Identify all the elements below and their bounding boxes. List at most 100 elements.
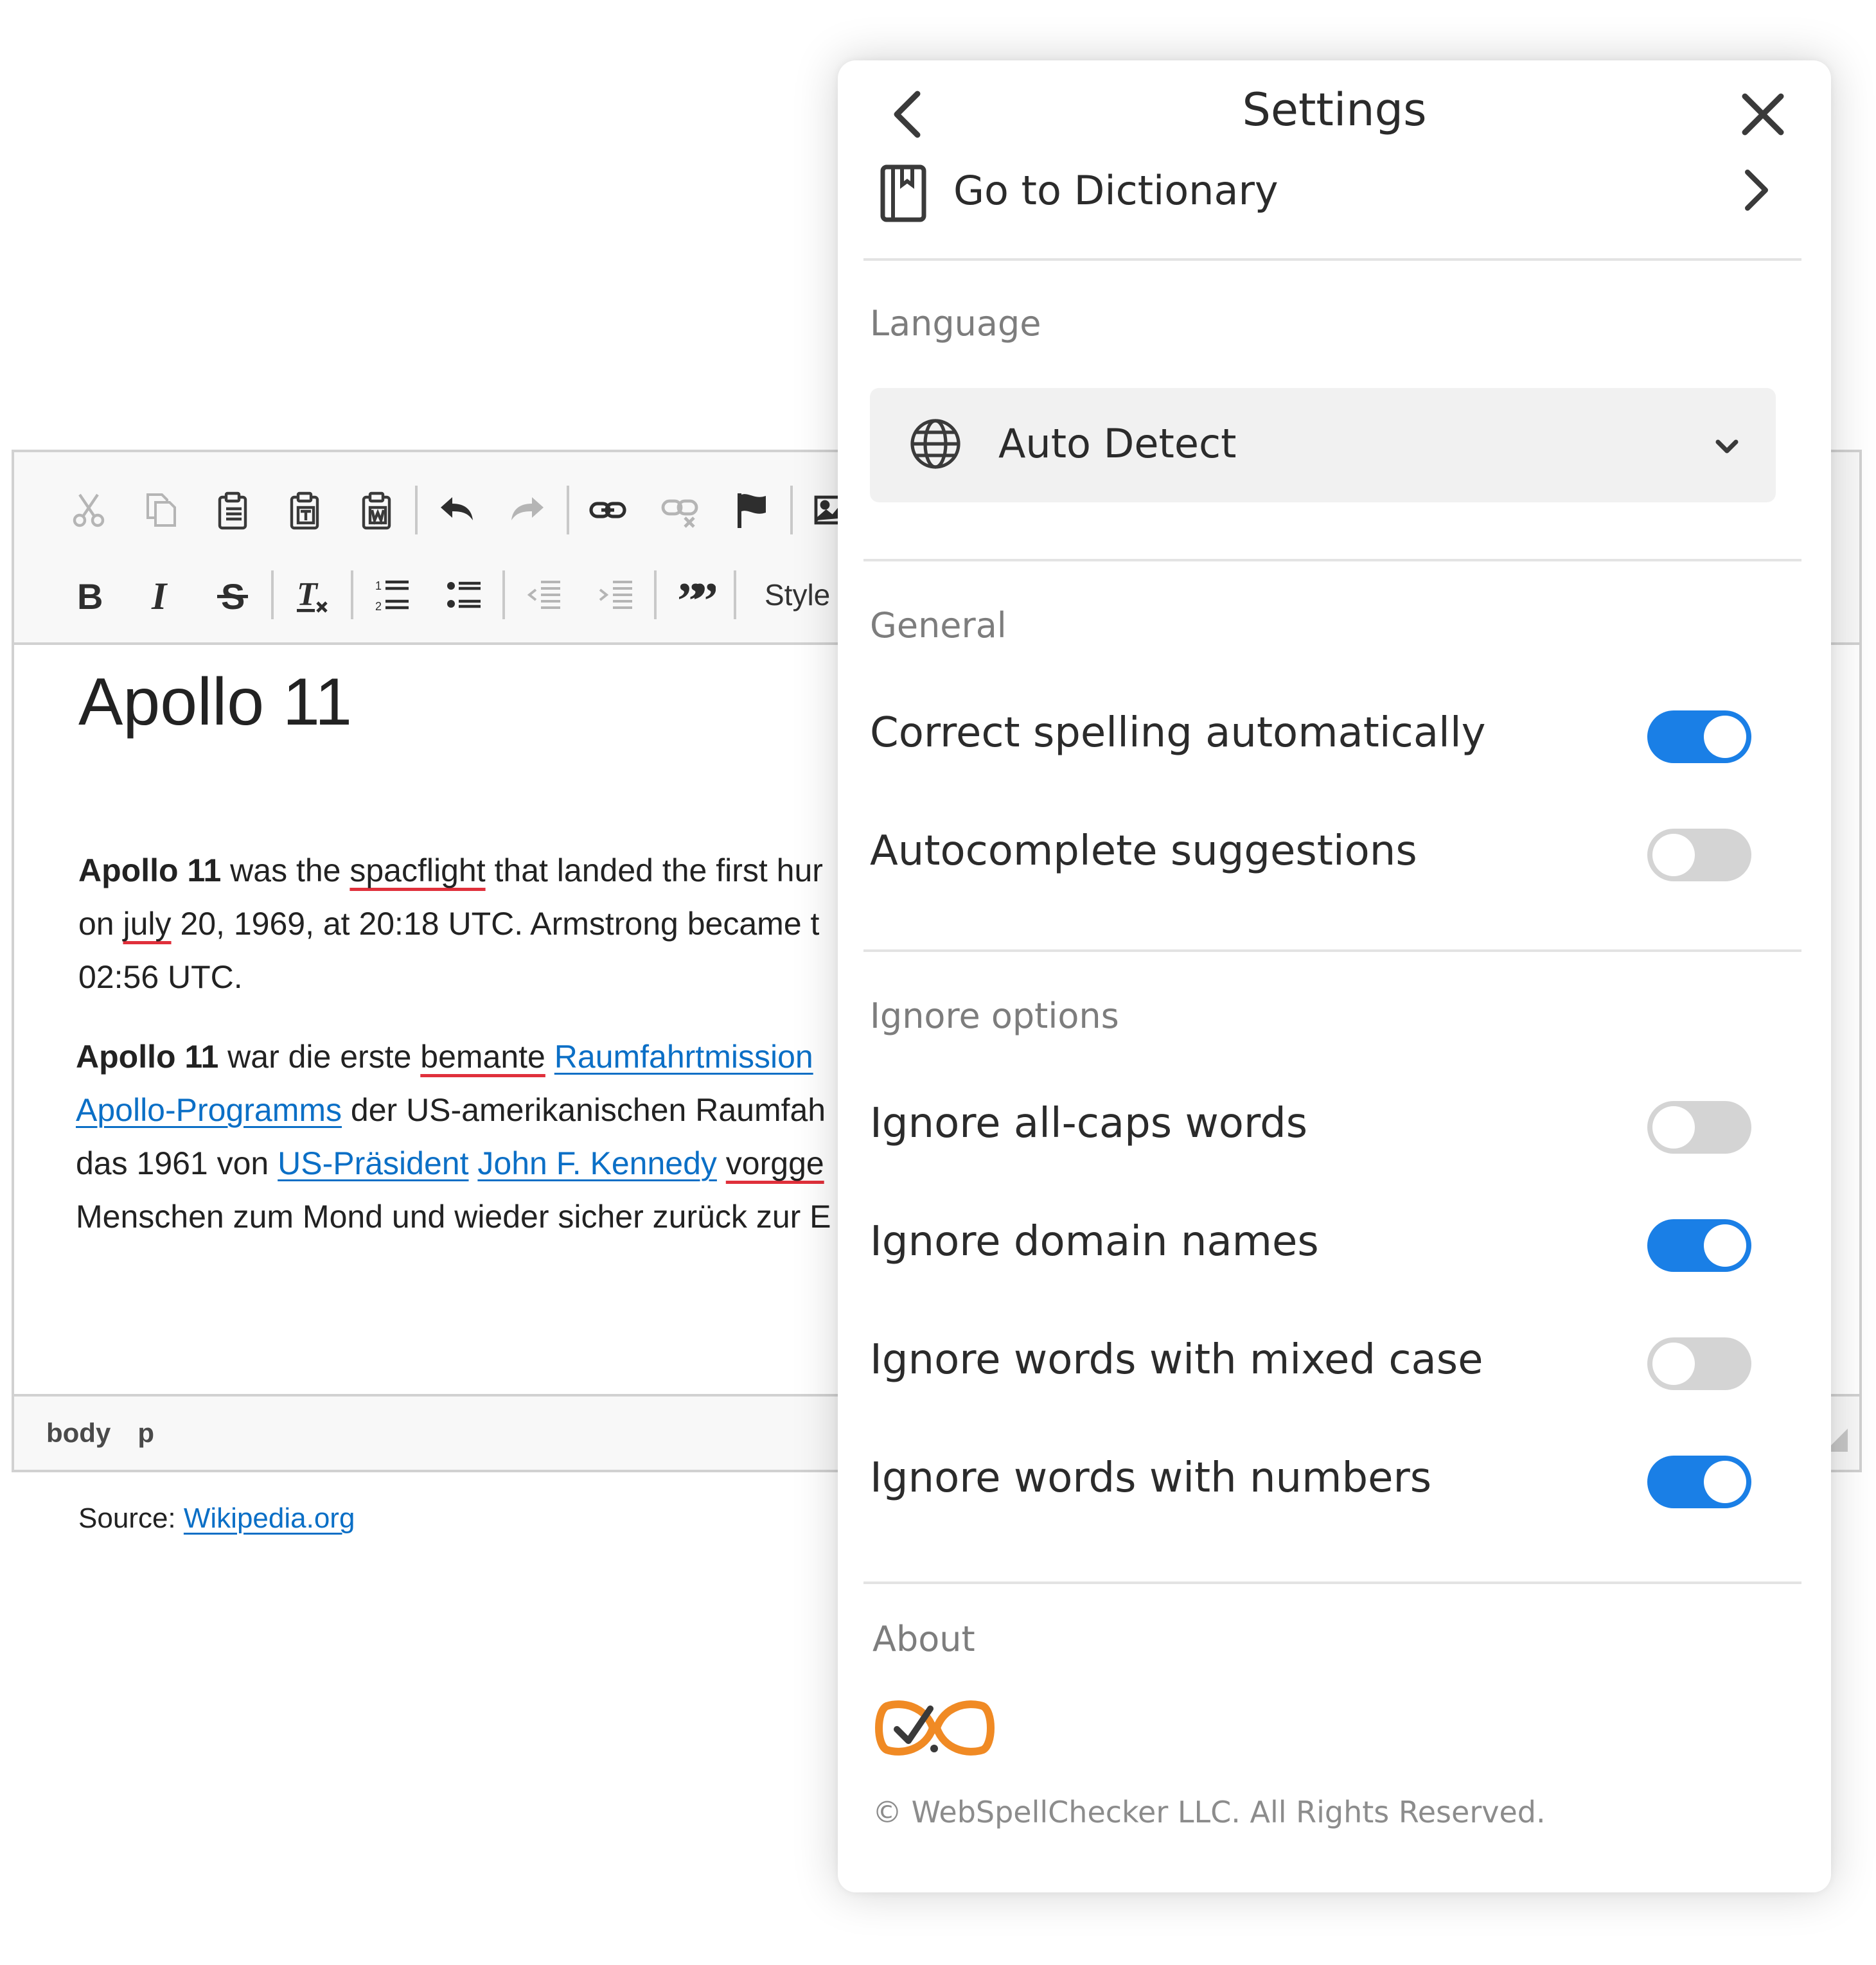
numbered-list-button[interactable]: 12: [356, 563, 428, 627]
language-selected-value: Auto Detect: [998, 420, 1237, 467]
toggle-knob: [1704, 1461, 1746, 1503]
blockquote-button[interactable]: ””: [659, 563, 731, 627]
settings-panel: Settings Go to Dictionary Language Auto …: [838, 60, 1831, 1892]
undo-button[interactable]: [420, 478, 492, 542]
bold-text: Apollo 11: [76, 1039, 219, 1075]
link-us-praesident[interactable]: US-Präsident: [278, 1145, 468, 1181]
toolbar-separator: [415, 486, 418, 534]
go-to-dictionary-label: Go to Dictionary: [953, 167, 1279, 214]
toolbar-separator: [502, 570, 505, 619]
dictionary-book-icon: [880, 164, 926, 222]
toolbar-separator: [567, 486, 569, 534]
bulleted-list-icon: [447, 581, 481, 608]
ignore-options-section-label: Ignore options: [870, 996, 1119, 1036]
text-run: on: [78, 906, 123, 942]
outdent-button[interactable]: [508, 563, 580, 627]
unlink-button[interactable]: [644, 478, 716, 542]
general-section-label: General: [870, 605, 1007, 646]
paste-word-button[interactable]: [341, 478, 412, 542]
section-divider: [863, 949, 1801, 952]
bold-button[interactable]: B: [53, 563, 125, 627]
toggle-ignore-numbers[interactable]: [1647, 1456, 1751, 1508]
copyright-text: © WebSpellChecker LLC. All Rights Reserv…: [872, 1795, 1546, 1829]
toolbar-row-2: B I S T 12 ” ” Style: [53, 563, 830, 627]
toggle-ignore-domain-names[interactable]: [1647, 1219, 1751, 1272]
link-button[interactable]: [572, 478, 644, 542]
undo-icon: [441, 497, 473, 520]
path-item-body[interactable]: body: [46, 1418, 111, 1449]
toolbar-separator: [790, 486, 793, 534]
section-divider: [863, 559, 1801, 561]
source-line: Source: Wikipedia.org: [78, 1502, 355, 1535]
option-label-ignore-mixed-case: Ignore words with mixed case: [870, 1336, 1483, 1384]
source-label: Source:: [78, 1502, 184, 1534]
text-run: was the: [221, 852, 350, 888]
cut-button[interactable]: [53, 478, 125, 542]
toolbar-separator: [734, 570, 736, 619]
paste-text-icon: [290, 491, 319, 530]
toolbar-row-1: [53, 478, 867, 542]
toggle-knob: [1652, 1343, 1695, 1385]
paragraph-line: Apollo 11 war die erste bemante Raumfahr…: [76, 1030, 831, 1084]
paragraph-line: 02:56 UTC.: [78, 959, 243, 995]
bold-text: Apollo 11: [78, 852, 222, 888]
misspelled-word[interactable]: bemante: [420, 1039, 545, 1075]
paragraph-german: Apollo 11 war die erste bemante Raumfahr…: [76, 1030, 831, 1244]
paragraph-line: Apollo 11 was the spacflight that landed…: [78, 844, 823, 897]
toggle-knob: [1704, 716, 1746, 758]
italic-icon: I: [151, 575, 168, 615]
copy-button[interactable]: [125, 478, 197, 542]
toggle-knob: [1652, 834, 1695, 876]
svg-text:B: B: [77, 576, 103, 615]
misspelled-word[interactable]: spacflight: [350, 852, 485, 888]
indent-icon: [599, 581, 632, 609]
about-section-label: About: [872, 1619, 975, 1659]
toolbar-separator: [654, 570, 657, 619]
bulleted-list-button[interactable]: [428, 563, 500, 627]
option-label-correct-spelling: Correct spelling automatically: [870, 709, 1486, 757]
toolbar-separator: [271, 570, 274, 619]
svg-text:2: 2: [375, 600, 382, 613]
option-label-ignore-domain-names: Ignore domain names: [870, 1218, 1319, 1265]
svg-text:I: I: [151, 575, 168, 615]
remove-format-icon: T: [297, 576, 328, 613]
text-run: war die erste: [218, 1039, 421, 1075]
misspelled-word[interactable]: vorgge: [726, 1145, 824, 1181]
paragraph-line: das 1961 von US-Präsident John F. Kenned…: [76, 1137, 831, 1190]
misspelled-word[interactable]: july: [123, 906, 172, 942]
link-apollo-programms[interactable]: Apollo-Programms: [76, 1092, 342, 1128]
remove-format-button[interactable]: T: [276, 563, 348, 627]
paste-button[interactable]: [197, 478, 269, 542]
anchor-button[interactable]: [716, 478, 788, 542]
option-label-autocomplete: Autocomplete suggestions: [870, 827, 1417, 875]
paste-text-button[interactable]: [269, 478, 341, 542]
svg-text:”: ”: [693, 574, 716, 615]
toggle-knob: [1652, 1106, 1695, 1149]
anchor-flag-icon: [738, 493, 766, 528]
text-run: der US-amerikanischen Raumfah: [342, 1092, 826, 1128]
link-john-f-kennedy[interactable]: John F. Kennedy: [477, 1145, 717, 1181]
blockquote-icon: ””: [677, 574, 716, 615]
text-run: that landed the first hur: [485, 852, 823, 888]
settings-title: Settings: [1242, 84, 1427, 136]
link-raumfahrtmission[interactable]: Raumfahrtmission: [554, 1039, 813, 1075]
toggle-ignore-mixed-case[interactable]: [1647, 1337, 1751, 1390]
toggle-autocomplete[interactable]: [1647, 829, 1751, 881]
toggle-correct-spelling[interactable]: [1647, 710, 1751, 763]
redo-button[interactable]: [492, 478, 564, 542]
paragraph-line: Apollo-Programms der US-amerikanischen R…: [76, 1084, 831, 1137]
outdent-icon: [527, 581, 560, 609]
italic-button[interactable]: I: [125, 563, 197, 627]
toggle-ignore-all-caps[interactable]: [1647, 1101, 1751, 1154]
indent-button[interactable]: [580, 563, 651, 627]
close-icon[interactable]: [1737, 89, 1789, 140]
styles-dropdown[interactable]: Style: [739, 563, 830, 627]
chevron-down-icon: [1715, 439, 1739, 454]
strikethrough-button[interactable]: S: [197, 563, 269, 627]
source-link[interactable]: Wikipedia.org: [184, 1502, 355, 1534]
section-divider: [863, 258, 1801, 261]
numbered-list-icon: 12: [375, 579, 409, 613]
paragraph-line: on july 20, 1969, at 20:18 UTC. Armstron…: [78, 897, 823, 951]
path-item-p[interactable]: p: [137, 1418, 154, 1449]
bold-icon: B: [77, 576, 103, 615]
